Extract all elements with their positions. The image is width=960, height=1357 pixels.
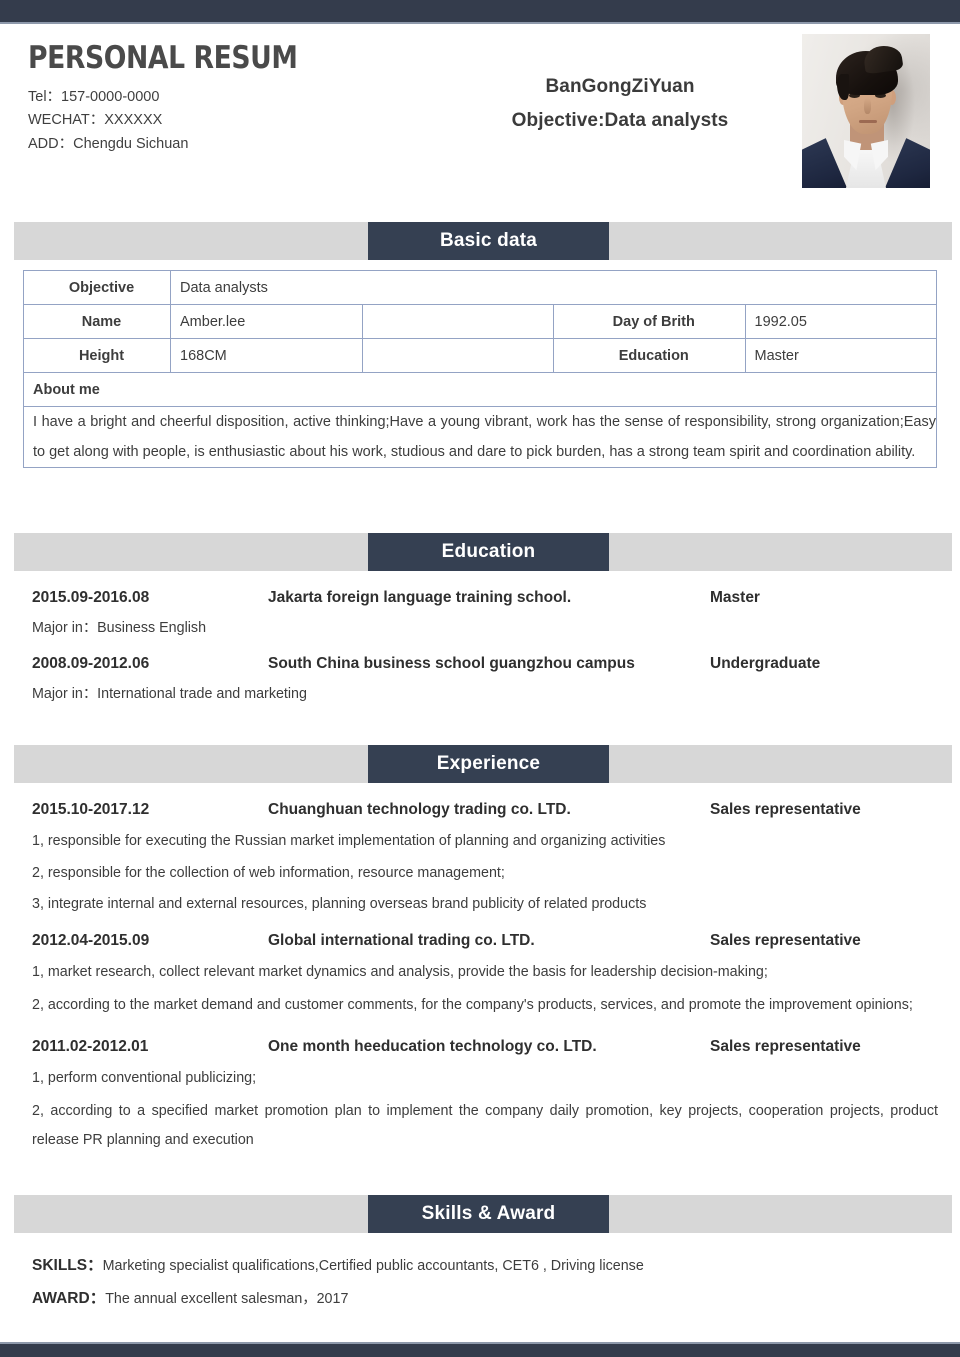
person-name: BanGongZiYuan xyxy=(545,76,695,97)
award-line: AWARD：The annual excellent salesman，2017 xyxy=(32,1286,946,1308)
award-value: The annual excellent salesman，2017 xyxy=(105,1291,349,1307)
cell-height-value: 168CM xyxy=(170,338,363,373)
table-row: Height 168CM Education Master xyxy=(23,338,937,373)
education-date: 2015.09-2016.08 xyxy=(32,589,150,606)
experience-entry-header: 2015.10-2017.12 Chuanghuan technology tr… xyxy=(32,801,946,819)
table-row: Name Amber.lee Day of Brith 1992.05 xyxy=(23,304,937,339)
experience-date: 2015.10-2017.12 xyxy=(32,801,150,818)
section-education: Education 2015.09-2016.08 Jakarta foreig… xyxy=(0,533,960,703)
education-date: 2008.09-2012.06 xyxy=(32,655,150,672)
top-accent-bar xyxy=(0,0,960,22)
skills-value: Marketing specialist qualifications,Cert… xyxy=(102,1258,644,1274)
cell-about-body: I have a bright and cheerful disposition… xyxy=(23,405,937,469)
skills-line: SKILLS：Marketing specialist qualificatio… xyxy=(32,1253,946,1275)
table-row: I have a bright and cheerful disposition… xyxy=(23,405,937,469)
skills-label: SKILLS： xyxy=(32,1257,103,1274)
experience-bullet: 2, responsible for the collection of web… xyxy=(32,864,505,881)
section-band-skills: Skills & Award xyxy=(14,1195,952,1233)
cell-spacer xyxy=(361,304,554,339)
resume-header: PERSONAL RESUM Tel：157-0000-0000 WECHAT：… xyxy=(0,24,960,200)
section-band-basic: Basic data xyxy=(14,222,952,260)
cell-name-value: Amber.lee xyxy=(170,304,363,339)
experience-organization: Global international trading co. LTD. xyxy=(268,931,535,949)
experience-date: 2012.04-2015.09 xyxy=(32,931,150,949)
contact-address: ADD：Chengdu Sichuan xyxy=(28,135,189,152)
experience-organization: Chuanghuan technology trading co. LTD. xyxy=(268,801,571,818)
experience-bullet: 2, according to the market demand and cu… xyxy=(32,997,913,1014)
cell-education-value: Master xyxy=(744,338,937,373)
table-row: About me xyxy=(23,372,937,407)
cell-objective-value: Data analysts xyxy=(170,270,937,305)
basic-data-table: Objective Data analysts Name Amber.lee D… xyxy=(23,270,937,469)
experience-role: Sales representative xyxy=(710,1037,861,1055)
section-title-skills: Skills & Award xyxy=(368,1195,609,1233)
section-experience: Experience 2015.10-2017.12 Chuanghuan te… xyxy=(0,745,960,1155)
award-label: AWARD： xyxy=(32,1290,106,1307)
section-title-experience: Experience xyxy=(368,745,609,783)
contact-tel: Tel：157-0000-0000 xyxy=(28,88,160,105)
education-body: 2015.09-2016.08 Jakarta foreign language… xyxy=(0,589,960,703)
skills-body: SKILLS：Marketing specialist qualificatio… xyxy=(0,1253,960,1308)
education-degree: Undergraduate xyxy=(710,655,821,672)
education-degree: Master xyxy=(710,589,760,606)
section-basic-data: Basic data Objective Data analysts Name … xyxy=(0,222,960,469)
experience-entry-header: 2011.02-2012.01 One month heeducation te… xyxy=(32,1038,946,1056)
experience-bullet: 1, market research, collect relevant mar… xyxy=(32,963,768,980)
cell-education-label: Education xyxy=(553,338,746,373)
experience-bullet: 1, responsible for executing the Russian… xyxy=(32,833,666,849)
section-band-experience: Experience xyxy=(14,745,952,783)
education-entry-header: 2015.09-2016.08 Jakarta foreign language… xyxy=(32,589,946,607)
section-title-education: Education xyxy=(368,533,609,571)
bottom-accent-bar xyxy=(0,1344,960,1357)
section-skills-award: Skills & Award SKILLS：Marketing speciali… xyxy=(0,1195,960,1308)
portrait-photo xyxy=(802,34,930,188)
cell-birth-value: 1992.05 xyxy=(744,304,937,339)
cell-birth-label: Day of Brith xyxy=(553,304,746,339)
education-entry-header: 2008.09-2012.06 South China business sch… xyxy=(32,655,946,673)
cell-about-label: About me xyxy=(23,372,937,407)
page-title: PERSONAL RESUM xyxy=(28,40,298,76)
experience-date: 2011.02-2012.01 xyxy=(32,1037,149,1055)
experience-bullet: 1, perform conventional publicizing; xyxy=(32,1069,257,1086)
person-objective: Objective:Data analysts xyxy=(511,110,729,131)
experience-bullet: 2, according to a specified market promo… xyxy=(32,1103,938,1149)
cell-spacer xyxy=(361,338,554,373)
experience-entry-header: 2012.04-2015.09 Global international tra… xyxy=(32,932,946,950)
experience-body: 2015.10-2017.12 Chuanghuan technology tr… xyxy=(0,801,960,1155)
resume-page: PERSONAL RESUM Tel：157-0000-0000 WECHAT：… xyxy=(0,0,960,1357)
education-major: Major in：International trade and marketi… xyxy=(32,686,307,702)
contact-wechat: WECHAT：XXXXXX xyxy=(28,112,163,129)
table-row: Objective Data analysts xyxy=(23,270,937,305)
education-organization: Jakarta foreign language training school… xyxy=(268,589,572,606)
header-name-block: BanGongZiYuan Objective:Data analysts xyxy=(455,76,785,132)
education-organization: South China business school guangzhou ca… xyxy=(268,655,635,672)
education-major: Major in：Business English xyxy=(32,620,207,636)
section-title-basic: Basic data xyxy=(368,222,609,260)
experience-organization: One month heeducation technology co. LTD… xyxy=(268,1037,597,1055)
experience-bullet: 3, integrate internal and external resou… xyxy=(32,896,647,913)
cell-name-label: Name xyxy=(23,304,171,339)
cell-height-label: Height xyxy=(23,338,171,373)
cell-objective-label: Objective xyxy=(23,270,171,305)
experience-role: Sales representative xyxy=(710,931,861,949)
header-title-block: PERSONAL RESUM Tel：157-0000-0000 WECHAT：… xyxy=(28,42,458,156)
section-band-education: Education xyxy=(14,533,952,571)
experience-role: Sales representative xyxy=(710,801,861,818)
